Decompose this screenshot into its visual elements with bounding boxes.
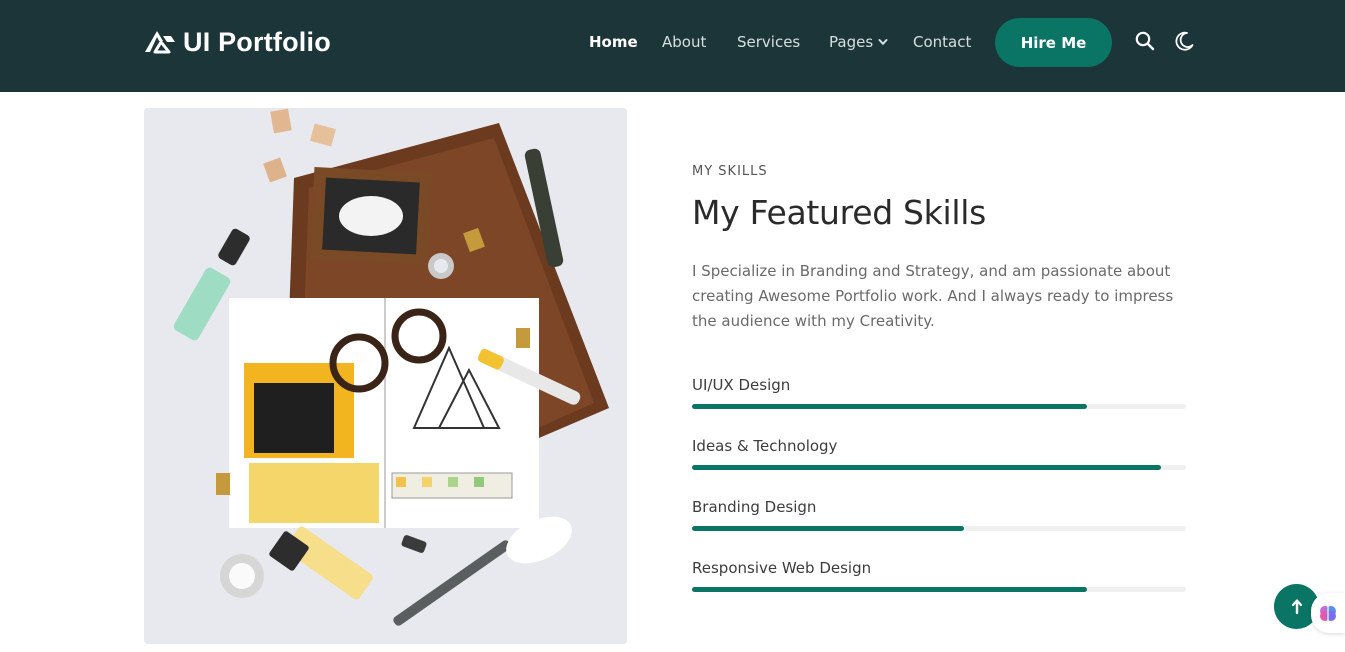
skill-bar-track [692,526,1186,531]
nav-home[interactable]: Home [589,33,638,51]
section-kicker: MY SKILLS [692,164,768,179]
search-icon[interactable] [1134,30,1156,52]
hire-me-button[interactable]: Hire Me [995,18,1112,67]
skill-bar-track [692,587,1186,592]
site-header: UI Portfolio Home About Services Pages C… [0,0,1345,92]
moon-icon[interactable] [1173,30,1195,52]
nav-about[interactable]: About [662,33,706,51]
skill-label: UI/UX Design [692,376,791,394]
assistant-widget[interactable] [1311,593,1345,633]
skill-label: Responsive Web Design [692,559,872,577]
skill-bar-fill [692,526,964,531]
desk-illustration [144,108,627,644]
brain-icon [1320,606,1336,621]
section-description: I Specialize in Branding and Strategy, a… [692,262,1174,330]
nav-contact[interactable]: Contact [913,33,971,51]
nav-pages[interactable]: Pages [829,33,888,51]
skill-bar-fill [692,465,1162,470]
skill-item: UI/UX Design [692,376,1186,409]
brand-logo[interactable]: UI Portfolio [143,26,331,58]
nav-services[interactable]: Services [737,33,800,51]
skill-bar-track [692,465,1186,470]
skill-bar-fill [692,404,1088,409]
skill-label: Ideas & Technology [692,437,838,455]
skills-photo [144,108,627,644]
logo-mark-icon [145,31,175,54]
skill-item: Ideas & Technology [692,437,1186,470]
arrow-up-icon [1291,598,1302,614]
nav-pages-label: Pages [829,33,874,51]
skill-item: Branding Design [692,498,1186,531]
skill-label: Branding Design [692,498,817,516]
skill-item: Responsive Web Design [692,559,1186,592]
chevron-down-icon [878,39,888,45]
brand-name: UI Portfolio [183,26,331,57]
section-title: My Featured Skills [692,193,986,232]
skill-bar-track [692,404,1186,409]
skill-bar-fill [692,587,1088,592]
